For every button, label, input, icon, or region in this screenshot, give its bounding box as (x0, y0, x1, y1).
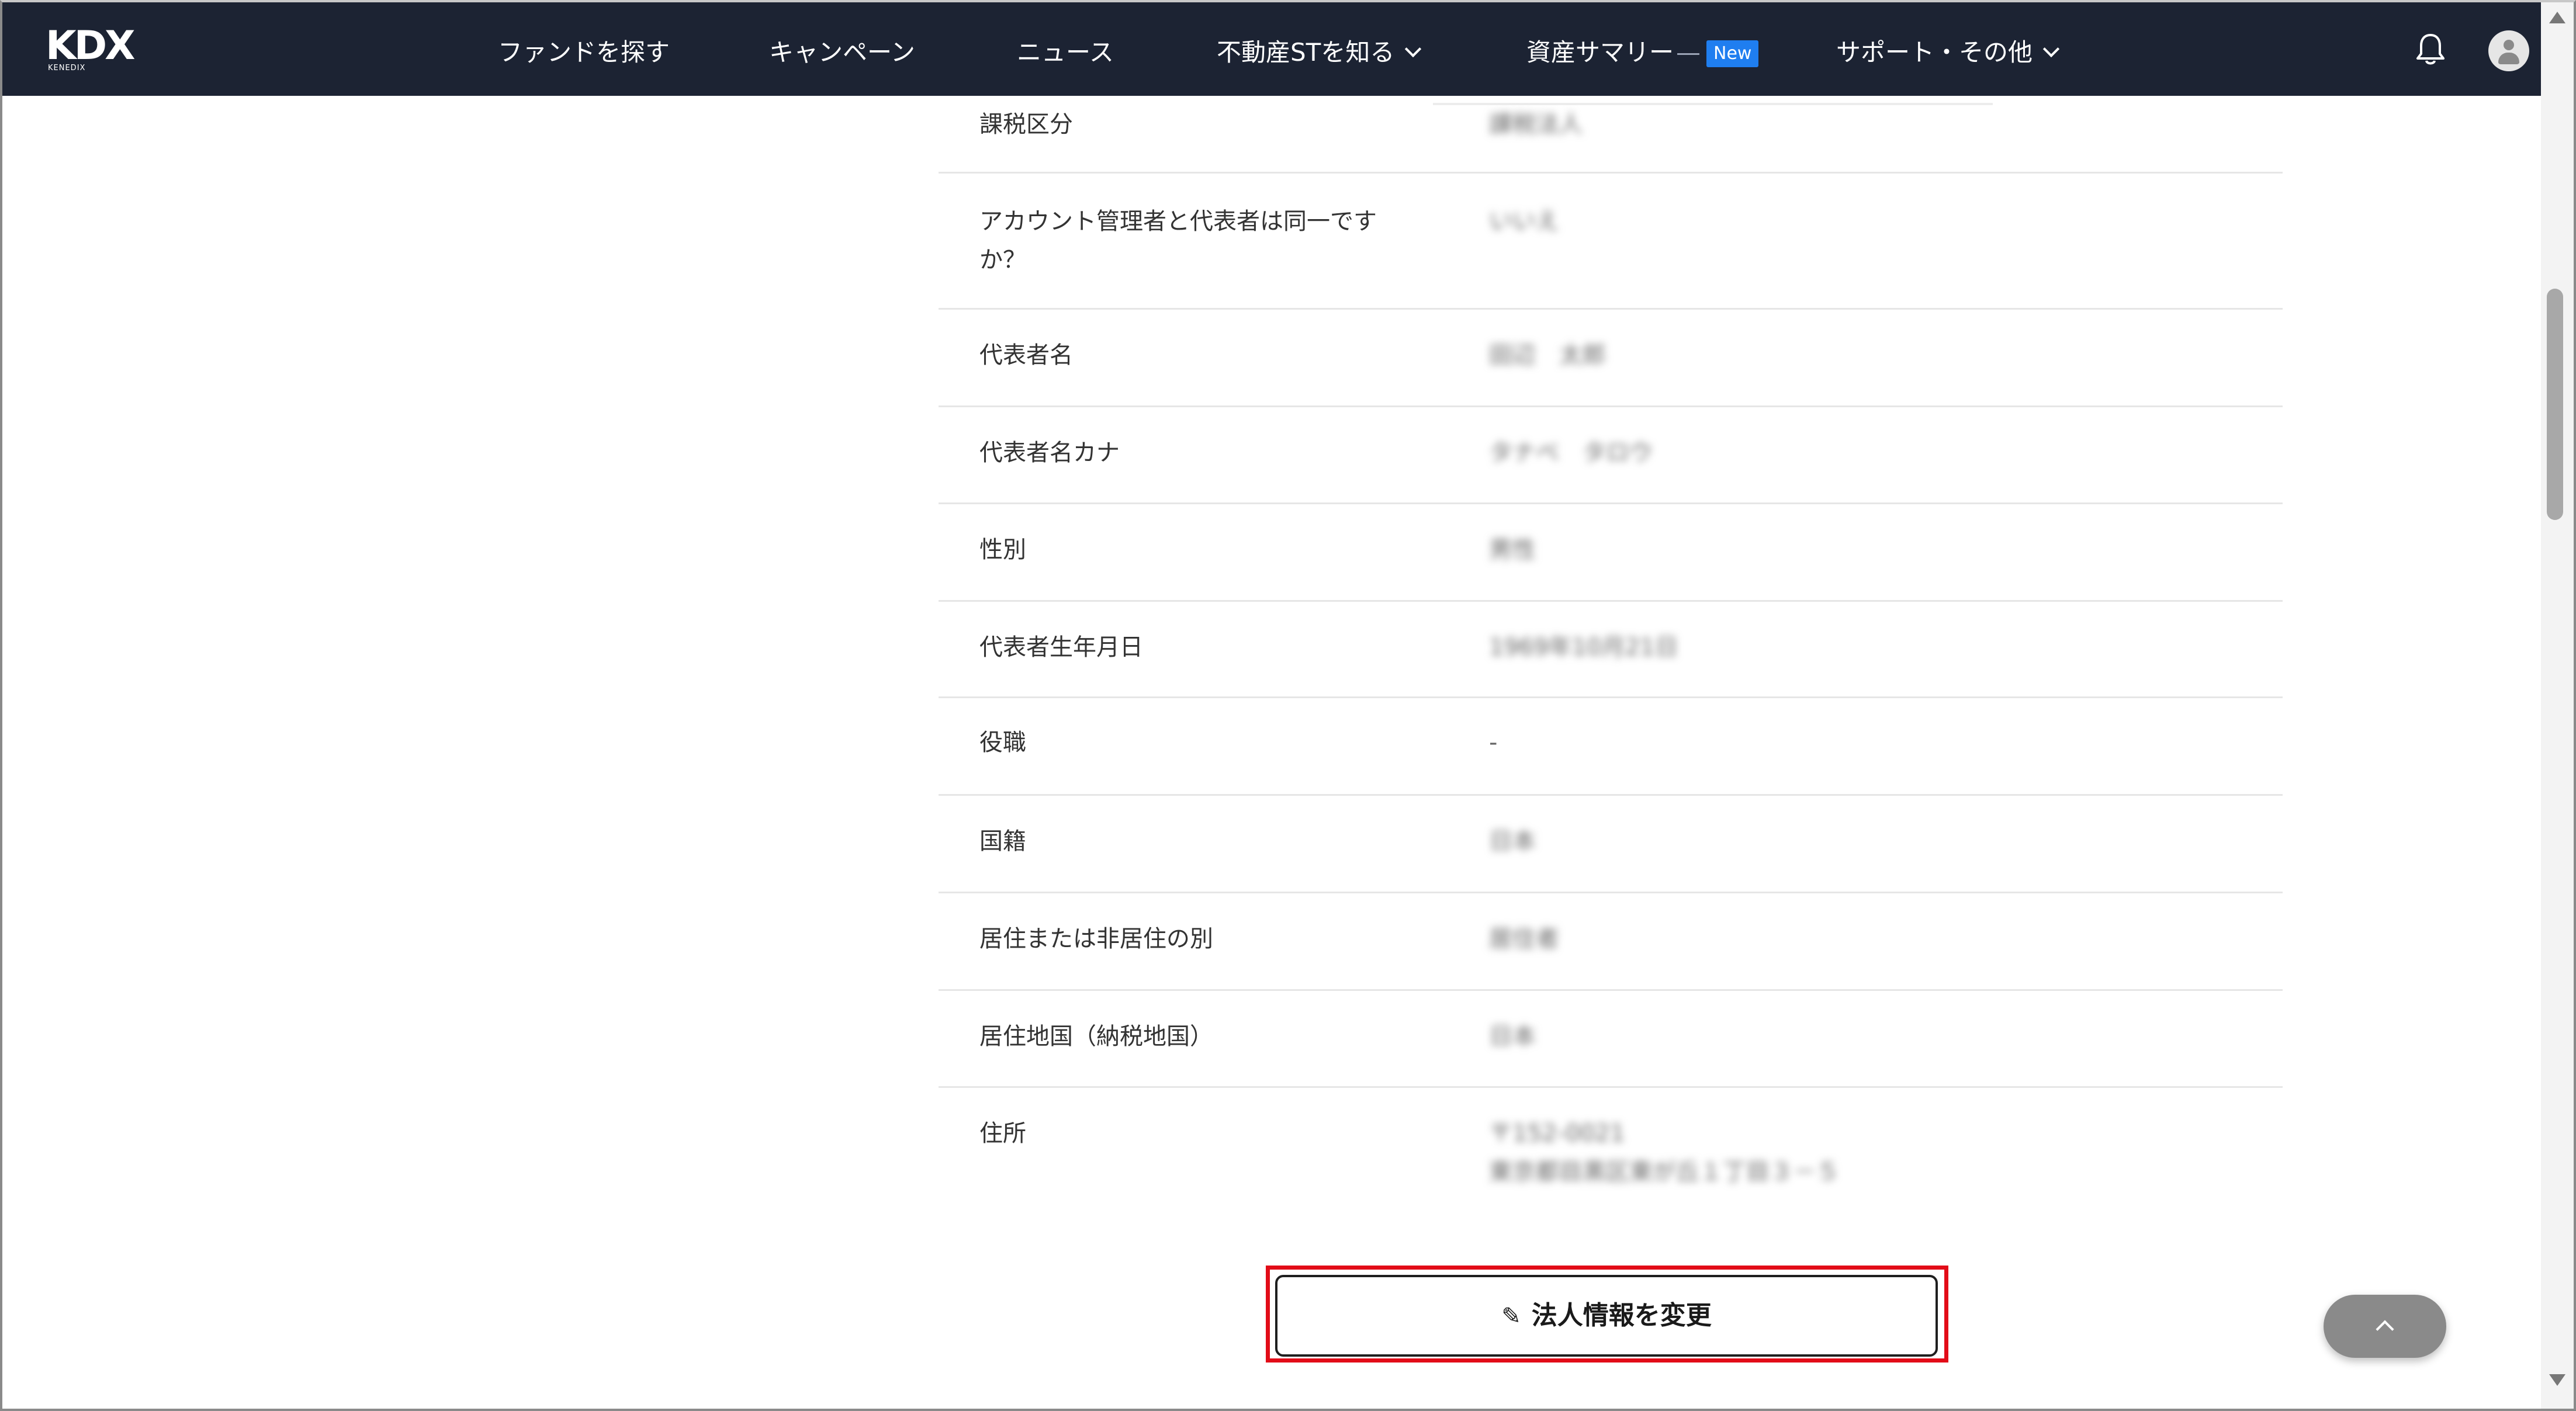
top-nav-bar: KDX KENEDIX ファンドを探す キャンペーン ニュース 不動産STを知る… (2, 2, 2541, 96)
logo-main-text: KDX (46, 23, 136, 69)
table-row: アカウント管理者と代表者は同一ですか？ いいえ (939, 172, 2283, 310)
table-row: 代表者名 田辺 太郎 (939, 308, 2283, 407)
row-label: 国籍 (979, 828, 1026, 855)
nav-support-other-label: サポート・その他 (1836, 38, 2033, 67)
table-row: 性別 男性 (939, 502, 2283, 602)
nav-support-other[interactable]: サポート・その他 (1836, 35, 2060, 70)
row-value: 日本 (1489, 1023, 1536, 1050)
row-value: 田辺 太郎 (1489, 342, 1606, 369)
table-row: 居住または非居住の別 居住者 (939, 892, 2283, 991)
row-label: 代表者名カナ (979, 439, 1120, 466)
table-row: 国籍 日本 (939, 794, 2283, 893)
back-to-top-button[interactable] (2324, 1295, 2446, 1358)
row-label: 居住または非居住の別 (979, 925, 1213, 952)
row-value: 居住者 (1489, 925, 1559, 952)
nav-asset-summary-dash: — (1676, 38, 1701, 67)
row-value: タナベ タロウ (1489, 439, 1653, 466)
row-label: 居住地国（納税地国） (979, 1023, 1213, 1050)
vertical-scrollbar[interactable] (2541, 2, 2574, 1409)
nav-learn-st[interactable]: 不動産STを知る (1217, 35, 1422, 70)
nav-find-funds-label: ファンドを探す (498, 38, 670, 67)
kdx-logo[interactable]: KDX KENEDIX (46, 23, 151, 75)
nav-asset-summary-label: 資産サマリー (1526, 38, 1674, 67)
row-label: アカウント管理者と代表者は同一ですか？ (979, 208, 1377, 273)
table-row: 代表者生年月日 1969年10月21日 (939, 600, 2283, 698)
row-value: 日本 (1489, 828, 1536, 855)
row-value: 男性 (1489, 536, 1536, 563)
table-row: 住所 〒152-0021 東京都目黒区東が丘１丁目３－５ (939, 1086, 2283, 1203)
scrollbar-thumb[interactable] (2547, 289, 2563, 520)
nav-find-funds[interactable]: ファンドを探す (498, 35, 670, 70)
user-avatar-icon[interactable] (2488, 30, 2529, 71)
scroll-up-arrow-icon[interactable] (2549, 12, 2565, 23)
nav-news-label: ニュース (1017, 38, 1114, 67)
row-value: - (1489, 729, 1498, 756)
bell-icon[interactable] (2415, 32, 2446, 67)
edit-corporate-info-button[interactable]: ✎ 法人情報を変更 (1275, 1275, 1938, 1357)
nav-campaign-label: キャンペーン (769, 38, 915, 67)
row-value: いいえ (1489, 208, 1559, 235)
row-value: 課税法人 (1489, 111, 1583, 138)
table-row: 居住地国（納税地国） 日本 (939, 989, 2283, 1088)
row-label: 代表者名 (979, 342, 1073, 369)
table-row: 代表者名カナ タナベ タロウ (939, 405, 2283, 504)
nav-news[interactable]: ニュース (1017, 35, 1114, 70)
row-value-line2: 東京都目黒区東が丘１丁目３－５ (1489, 1159, 1840, 1185)
chevron-up-icon (2376, 1320, 2394, 1339)
row-label: 代表者生年月日 (979, 634, 1143, 661)
row-value: 1969年10月21日 (1489, 634, 1678, 661)
chevron-down-icon (2042, 40, 2060, 58)
table-row: 役職 - (939, 696, 2283, 796)
row-label: 役職 (979, 729, 1026, 756)
nav-asset-summary[interactable]: 資産サマリー— New (1526, 35, 1759, 70)
row-label: 課税区分 (979, 111, 1073, 138)
scroll-down-arrow-icon[interactable] (2549, 1374, 2565, 1386)
row-value: 〒152-0021 (1489, 1120, 1625, 1147)
nav-learn-st-label: 不動産STを知る (1217, 38, 1395, 67)
row-label: 住所 (979, 1120, 1026, 1147)
new-badge: New (1706, 40, 1759, 67)
pencil-icon: ✎ (1501, 1303, 1521, 1330)
chevron-down-icon (1405, 40, 1422, 58)
row-label: 性別 (979, 536, 1026, 563)
edit-button-label: 法人情報を変更 (1531, 1301, 1712, 1330)
nav-campaign[interactable]: キャンペーン (769, 35, 915, 70)
table-row: 課税区分 課税法人 (939, 96, 2283, 174)
